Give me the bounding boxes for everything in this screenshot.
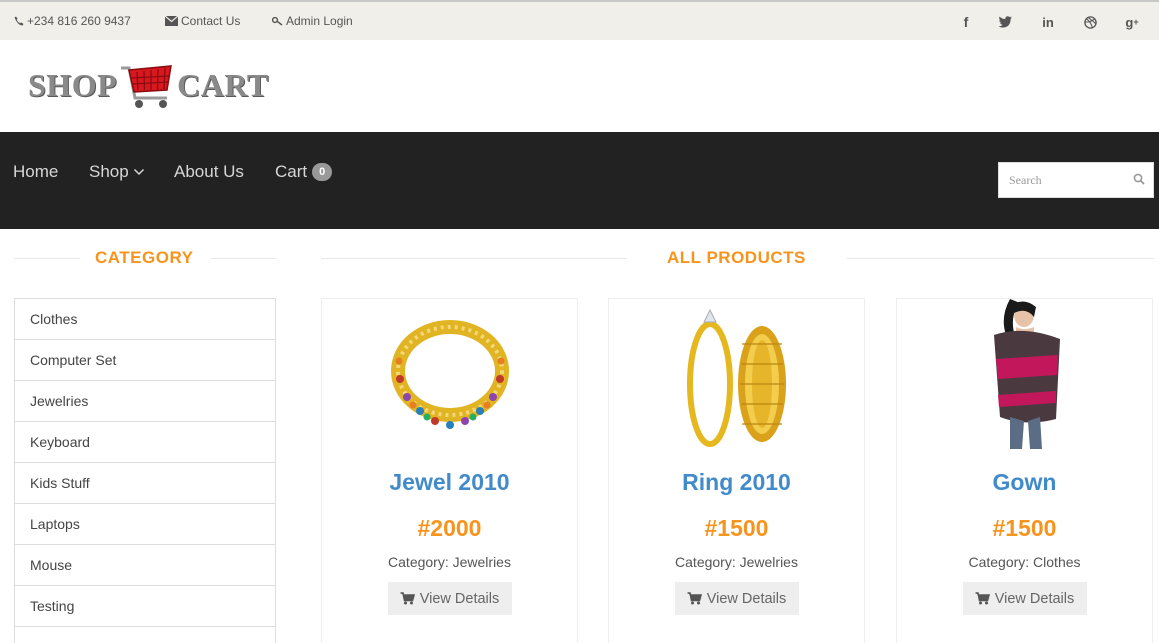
dribbble-icon[interactable]	[1082, 14, 1098, 30]
envelope-icon	[165, 16, 178, 26]
view-details-label: View Details	[994, 590, 1075, 607]
site-header: SHOP CART	[0, 40, 1159, 132]
all-products-heading: ALL PRODUCTS	[667, 248, 806, 267]
phone-info: +234 816 260 9437	[14, 14, 131, 28]
nav-shop-label: Shop	[89, 162, 129, 181]
necklace-image[interactable]	[375, 309, 525, 449]
category-item[interactable]: Kids Stuff	[15, 463, 275, 504]
view-details-label: View Details	[419, 590, 500, 607]
ring-image[interactable]	[662, 304, 812, 454]
shopping-cart-icon	[121, 65, 173, 108]
category-item[interactable]: Jewelries	[15, 381, 275, 422]
linkedin-icon[interactable]: in	[1040, 14, 1056, 30]
shop-cart-logo[interactable]: SHOP CART	[28, 60, 269, 110]
admin-login-link[interactable]: Admin Login	[272, 14, 353, 28]
product-category: Category: Jewelries	[675, 554, 798, 570]
cart-icon	[975, 592, 990, 605]
category-item[interactable]: Computer Set	[15, 340, 275, 381]
category-item[interactable]: Testing	[15, 586, 275, 627]
admin-login-label: Admin Login	[286, 14, 353, 28]
divider-line	[211, 258, 276, 259]
category-heading: CATEGORY	[95, 248, 194, 267]
product-price: #2000	[417, 515, 482, 541]
product-price: #1500	[992, 515, 1057, 541]
category-item[interactable]: Keyboard	[15, 422, 275, 463]
search-icon[interactable]	[1133, 173, 1145, 185]
search-box	[998, 162, 1154, 198]
phone-icon	[14, 16, 24, 26]
category-item[interactable]: Mouse	[15, 545, 275, 586]
gown-image[interactable]	[980, 299, 1070, 451]
nav-shop[interactable]: Shop	[89, 162, 145, 182]
product-name[interactable]: Ring 2010	[609, 469, 864, 496]
divider-line	[321, 258, 627, 259]
product-card: Ring 2010 #1500 Category: Jewelries View…	[608, 298, 865, 643]
nav-cart-label: Cart	[275, 162, 308, 181]
facebook-icon[interactable]: f	[958, 14, 974, 30]
twitter-icon[interactable]	[997, 14, 1013, 30]
view-details-button[interactable]: View Details	[387, 582, 512, 615]
divider-line	[14, 258, 80, 259]
category-item[interactable]: Laptops	[15, 504, 275, 545]
cart-icon	[400, 592, 415, 605]
contact-label: Contact Us	[181, 14, 241, 28]
top-bar: +234 816 260 9437 Contact Us Admin Login…	[0, 0, 1159, 40]
product-price: #1500	[704, 515, 769, 541]
nav-cart[interactable]: Cart 0	[275, 162, 333, 182]
product-card: Gown #1500 Category: Clothes View Detail…	[896, 298, 1153, 643]
product-name[interactable]: Gown	[897, 469, 1152, 496]
view-details-button[interactable]: View Details	[674, 582, 799, 615]
nav-about[interactable]: About Us	[174, 162, 244, 182]
product-name[interactable]: Jewel 2010	[322, 469, 577, 496]
logo-text-shop: SHOP	[28, 66, 118, 103]
logo-text-cart: CART	[177, 66, 269, 103]
view-details-label: View Details	[706, 590, 787, 607]
view-details-button[interactable]: View Details	[962, 582, 1087, 615]
contact-link[interactable]: Contact Us	[165, 14, 240, 28]
google-plus-icon[interactable]: g +	[1124, 14, 1140, 30]
nav-home[interactable]: Home	[13, 162, 58, 182]
product-category: Category: Clothes	[968, 554, 1081, 570]
phone-number: +234 816 260 9437	[27, 14, 131, 28]
cart-count-badge: 0	[312, 163, 333, 181]
category-item	[15, 627, 275, 643]
product-category: Category: Jewelries	[388, 554, 511, 570]
search-input[interactable]	[999, 163, 1123, 197]
main-nav: Home Shop About Us Cart 0	[0, 132, 1159, 229]
divider-line	[847, 258, 1154, 259]
chevron-down-icon	[133, 168, 144, 176]
cart-icon	[687, 592, 702, 605]
key-icon	[272, 16, 283, 26]
category-list: Clothes Computer Set Jewelries Keyboard …	[14, 298, 276, 643]
category-item[interactable]: Clothes	[15, 299, 275, 340]
product-card: Jewel 2010 #2000 Category: Jewelries Vie…	[321, 298, 578, 643]
